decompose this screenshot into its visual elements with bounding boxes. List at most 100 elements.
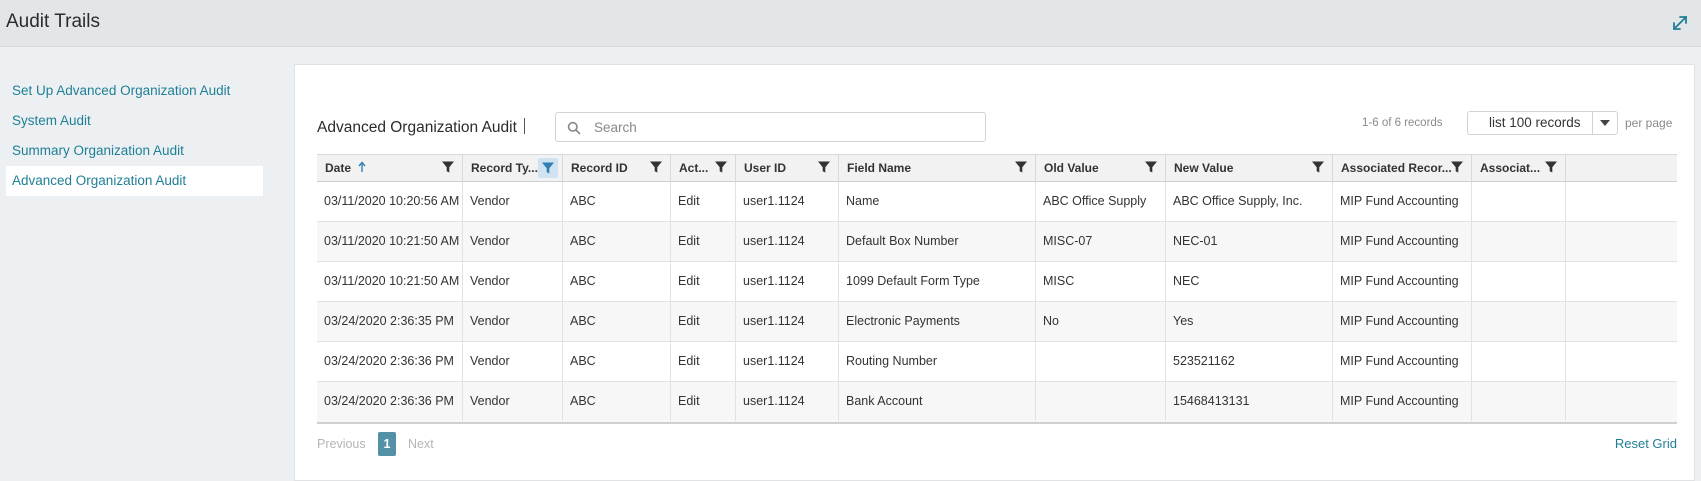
cell-associated-record: MIP Fund Accounting — [1333, 302, 1472, 341]
cell-action: Edit — [671, 182, 736, 221]
reset-grid-link[interactable]: Reset Grid — [1615, 436, 1677, 451]
table-row[interactable]: 03/24/2020 2:36:35 PM Vendor ABC Edit user1.… — [317, 302, 1677, 342]
column-header-date[interactable]: Date — [317, 155, 463, 182]
cell-date: 03/11/2020 10:21:50 AM — [317, 222, 463, 261]
filter-icon[interactable] — [441, 160, 455, 174]
filter-icon[interactable] — [714, 160, 728, 174]
column-header-old-value[interactable]: Old Value — [1036, 155, 1166, 182]
column-header-new-value[interactable]: New Value — [1166, 155, 1333, 182]
cell-date: 03/24/2020 2:36:36 PM — [317, 342, 463, 381]
column-header-record-id[interactable]: Record ID — [563, 155, 671, 182]
search-icon — [567, 121, 581, 135]
cell-associated-record: MIP Fund Accounting — [1333, 262, 1472, 301]
cell-new-value: Yes — [1166, 302, 1333, 341]
cell-old-value: MISC-07 — [1036, 222, 1166, 261]
column-header-label: Record ID — [571, 161, 628, 175]
filter-icon[interactable] — [1311, 160, 1325, 174]
cell-action: Edit — [671, 262, 736, 301]
cell-associated-record: MIP Fund Accounting — [1333, 382, 1472, 421]
per-page-label: per page — [1625, 116, 1673, 130]
page-title: Audit Trails — [6, 11, 100, 32]
filter-icon[interactable] — [1450, 160, 1464, 174]
cell-date: 03/11/2020 10:21:50 AM — [317, 262, 463, 301]
cell-record-id: ABC — [563, 302, 671, 341]
sort-ascending-icon[interactable] — [357, 160, 367, 174]
sidebar-nav: Set Up Advanced Organization Audit Syste… — [6, 76, 263, 196]
page-size-value: list 100 records — [1489, 115, 1581, 130]
cell-record-id: ABC — [563, 382, 671, 421]
cell-associated — [1472, 262, 1566, 301]
next-page-button[interactable]: Next — [408, 437, 434, 451]
column-header-label: Associat... — [1480, 161, 1541, 175]
page-size-select[interactable]: list 100 records — [1467, 111, 1618, 135]
top-bar: Audit Trails — [0, 0, 1701, 47]
table-row[interactable]: 03/24/2020 2:36:36 PM Vendor ABC Edit user1.… — [317, 342, 1677, 382]
sidebar-item-summary-audit[interactable]: Summary Organization Audit — [6, 136, 263, 166]
cell-record-type: Vendor — [463, 262, 563, 301]
caret-down-icon[interactable] — [1600, 120, 1610, 126]
previous-page-button[interactable]: Previous — [317, 437, 366, 451]
table-row[interactable]: 03/11/2020 10:21:50 AM Vendor ABC Edit user1… — [317, 262, 1677, 302]
column-header-action[interactable]: Act... — [671, 155, 736, 182]
cell-record-id: ABC — [563, 182, 671, 221]
table-row[interactable]: 03/11/2020 10:21:50 AM Vendor ABC Edit user1… — [317, 222, 1677, 262]
cell-record-id: ABC — [563, 342, 671, 381]
cell-action: Edit — [671, 382, 736, 421]
cell-new-value: NEC — [1166, 262, 1333, 301]
cell-field-name: Routing Number — [839, 342, 1036, 381]
cell-date: 03/24/2020 2:36:35 PM — [317, 302, 463, 341]
column-header-label: Act... — [679, 161, 709, 175]
column-header-field-name[interactable]: Field Name — [839, 155, 1036, 182]
cell-new-value: 15468413131 — [1166, 382, 1333, 421]
filter-icon[interactable] — [1544, 160, 1558, 174]
section-title-text: Advanced Organization Audit — [317, 119, 517, 136]
records-count: 1-6 of 6 records — [1362, 117, 1443, 129]
sidebar-item-system-audit[interactable]: System Audit — [6, 106, 263, 136]
cell-action: Edit — [671, 342, 736, 381]
cell-associated-record: MIP Fund Accounting — [1333, 182, 1472, 221]
cell-record-type: Vendor — [463, 382, 563, 421]
cell-field-name: Electronic Payments — [839, 302, 1036, 341]
table-row[interactable]: 03/11/2020 10:20:56 AM Vendor ABC Edit user1… — [317, 182, 1677, 222]
cell-associated — [1472, 222, 1566, 261]
main-panel: Advanced Organization Audit 1-6 of 6 rec… — [294, 64, 1695, 481]
cell-new-value: 523521162 — [1166, 342, 1333, 381]
cell-old-value: No — [1036, 302, 1166, 341]
search-box[interactable] — [555, 112, 986, 142]
column-header-label: New Value — [1174, 161, 1234, 175]
page-number-button[interactable]: 1 — [378, 432, 396, 456]
cell-record-type: Vendor — [463, 182, 563, 221]
expand-arrows-icon[interactable] — [1670, 13, 1690, 33]
column-header-associated[interactable]: Associat... — [1472, 155, 1566, 182]
filter-icon[interactable] — [1144, 160, 1158, 174]
cell-date: 03/11/2020 10:20:56 AM — [317, 182, 463, 221]
column-header-user-id[interactable]: User ID — [736, 155, 839, 182]
title-divider — [523, 118, 525, 134]
cell-record-id: ABC — [563, 222, 671, 261]
cell-user-id: user1.1124 — [736, 382, 839, 421]
page-size-divider — [1592, 112, 1593, 134]
cell-associated — [1472, 302, 1566, 341]
grid-body: 03/11/2020 10:20:56 AM Vendor ABC Edit user1… — [317, 182, 1677, 424]
cell-user-id: user1.1124 — [736, 342, 839, 381]
column-header-record-type[interactable]: Record Ty... — [463, 155, 563, 182]
table-row[interactable]: 03/24/2020 2:36:36 PM Vendor ABC Edit user1.… — [317, 382, 1677, 422]
cell-field-name: 1099 Default Form Type — [839, 262, 1036, 301]
filter-icon[interactable] — [817, 160, 831, 174]
pager: Previous 1 Next Reset Grid — [317, 432, 1677, 458]
filter-icon[interactable] — [649, 160, 663, 174]
cell-old-value: MISC — [1036, 262, 1166, 301]
search-input[interactable] — [594, 118, 974, 137]
cell-associated — [1472, 342, 1566, 381]
sidebar-item-advanced-audit[interactable]: Advanced Organization Audit — [6, 166, 263, 196]
cell-new-value: NEC-01 — [1166, 222, 1333, 261]
column-header-label: Old Value — [1044, 161, 1099, 175]
filter-icon[interactable] — [1014, 160, 1028, 174]
column-header-label: Record Ty... — [471, 161, 538, 175]
sidebar-item-setup-advanced-audit[interactable]: Set Up Advanced Organization Audit — [6, 76, 263, 106]
filter-active-icon[interactable] — [538, 158, 558, 178]
cell-old-value — [1036, 382, 1166, 421]
column-header-associated-record[interactable]: Associated Recor... — [1333, 155, 1472, 182]
audit-grid: Date Record Ty... Record ID Act... User ID Fi… — [317, 154, 1677, 424]
cell-associated-record: MIP Fund Accounting — [1333, 222, 1472, 261]
